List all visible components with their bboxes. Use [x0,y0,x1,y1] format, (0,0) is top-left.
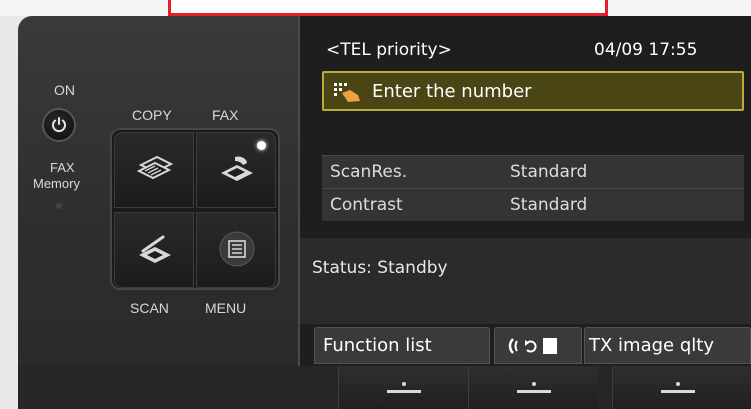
status-area: Status: Standby [300,238,751,324]
button-dot [532,382,536,386]
fax-button[interactable] [196,132,276,208]
copy-icon [136,155,174,180]
scan-label: SCAN [130,300,169,316]
copy-label: COPY [132,107,172,123]
lcd-screen: <TEL priority> 04/09 17:55 Enter the num… [298,16,751,366]
center-function-button[interactable] [468,366,598,409]
fax-indicator-light [257,141,266,150]
right-function-button[interactable] [612,366,751,409]
setting-row-contrast[interactable]: Contrast Standard [322,188,744,221]
entry-prompt: Enter the number [372,81,532,102]
scan-button[interactable] [114,212,194,288]
button-bar [661,390,695,393]
setting-value: Standard [510,162,588,182]
fax-memory-label: FAX [50,160,75,175]
date-time: 04/09 17:55 [594,40,698,60]
fax-number-entry[interactable]: Enter the number [322,71,744,111]
highlight-frame [168,0,608,16]
setting-row-scanres[interactable]: ScanRes. Standard [322,155,744,188]
scan-icon [139,235,171,263]
hook-softkey[interactable] [494,327,582,364]
setting-name: ScanRes. [330,162,408,182]
setting-value: Standard [510,195,588,215]
power-button[interactable] [42,108,76,142]
button-dot [676,382,680,386]
fax-key-label: FAX [212,107,239,123]
button-bar [387,390,421,393]
fax-icon [221,156,253,181]
function-list-softkey[interactable]: Function list [314,327,490,364]
on-label: ON [54,82,75,98]
menu-icon [219,231,255,267]
button-dot [402,382,406,386]
menu-button[interactable] [196,212,276,288]
tx-image-quality-softkey[interactable]: TX image qlty [584,327,751,364]
menu-label: MENU [205,300,247,316]
power-icon [52,117,66,133]
top-strip [0,0,751,16]
fax-memory-led [56,203,62,209]
setting-name: Contrast [330,195,403,215]
keypad-hand-icon [334,83,360,102]
mode-key-cluster [110,128,280,290]
screen-title: <TEL priority> [326,40,452,60]
softkey-label: Function list [323,335,432,356]
softkey-label: TX image qlty [589,335,714,356]
status-text: Status: Standby [312,258,448,278]
memory-label: Memory [33,176,80,191]
hook-toggle-icon [508,338,557,354]
button-bar [517,390,551,393]
left-function-button[interactable] [338,366,468,409]
copy-button[interactable] [114,132,194,208]
